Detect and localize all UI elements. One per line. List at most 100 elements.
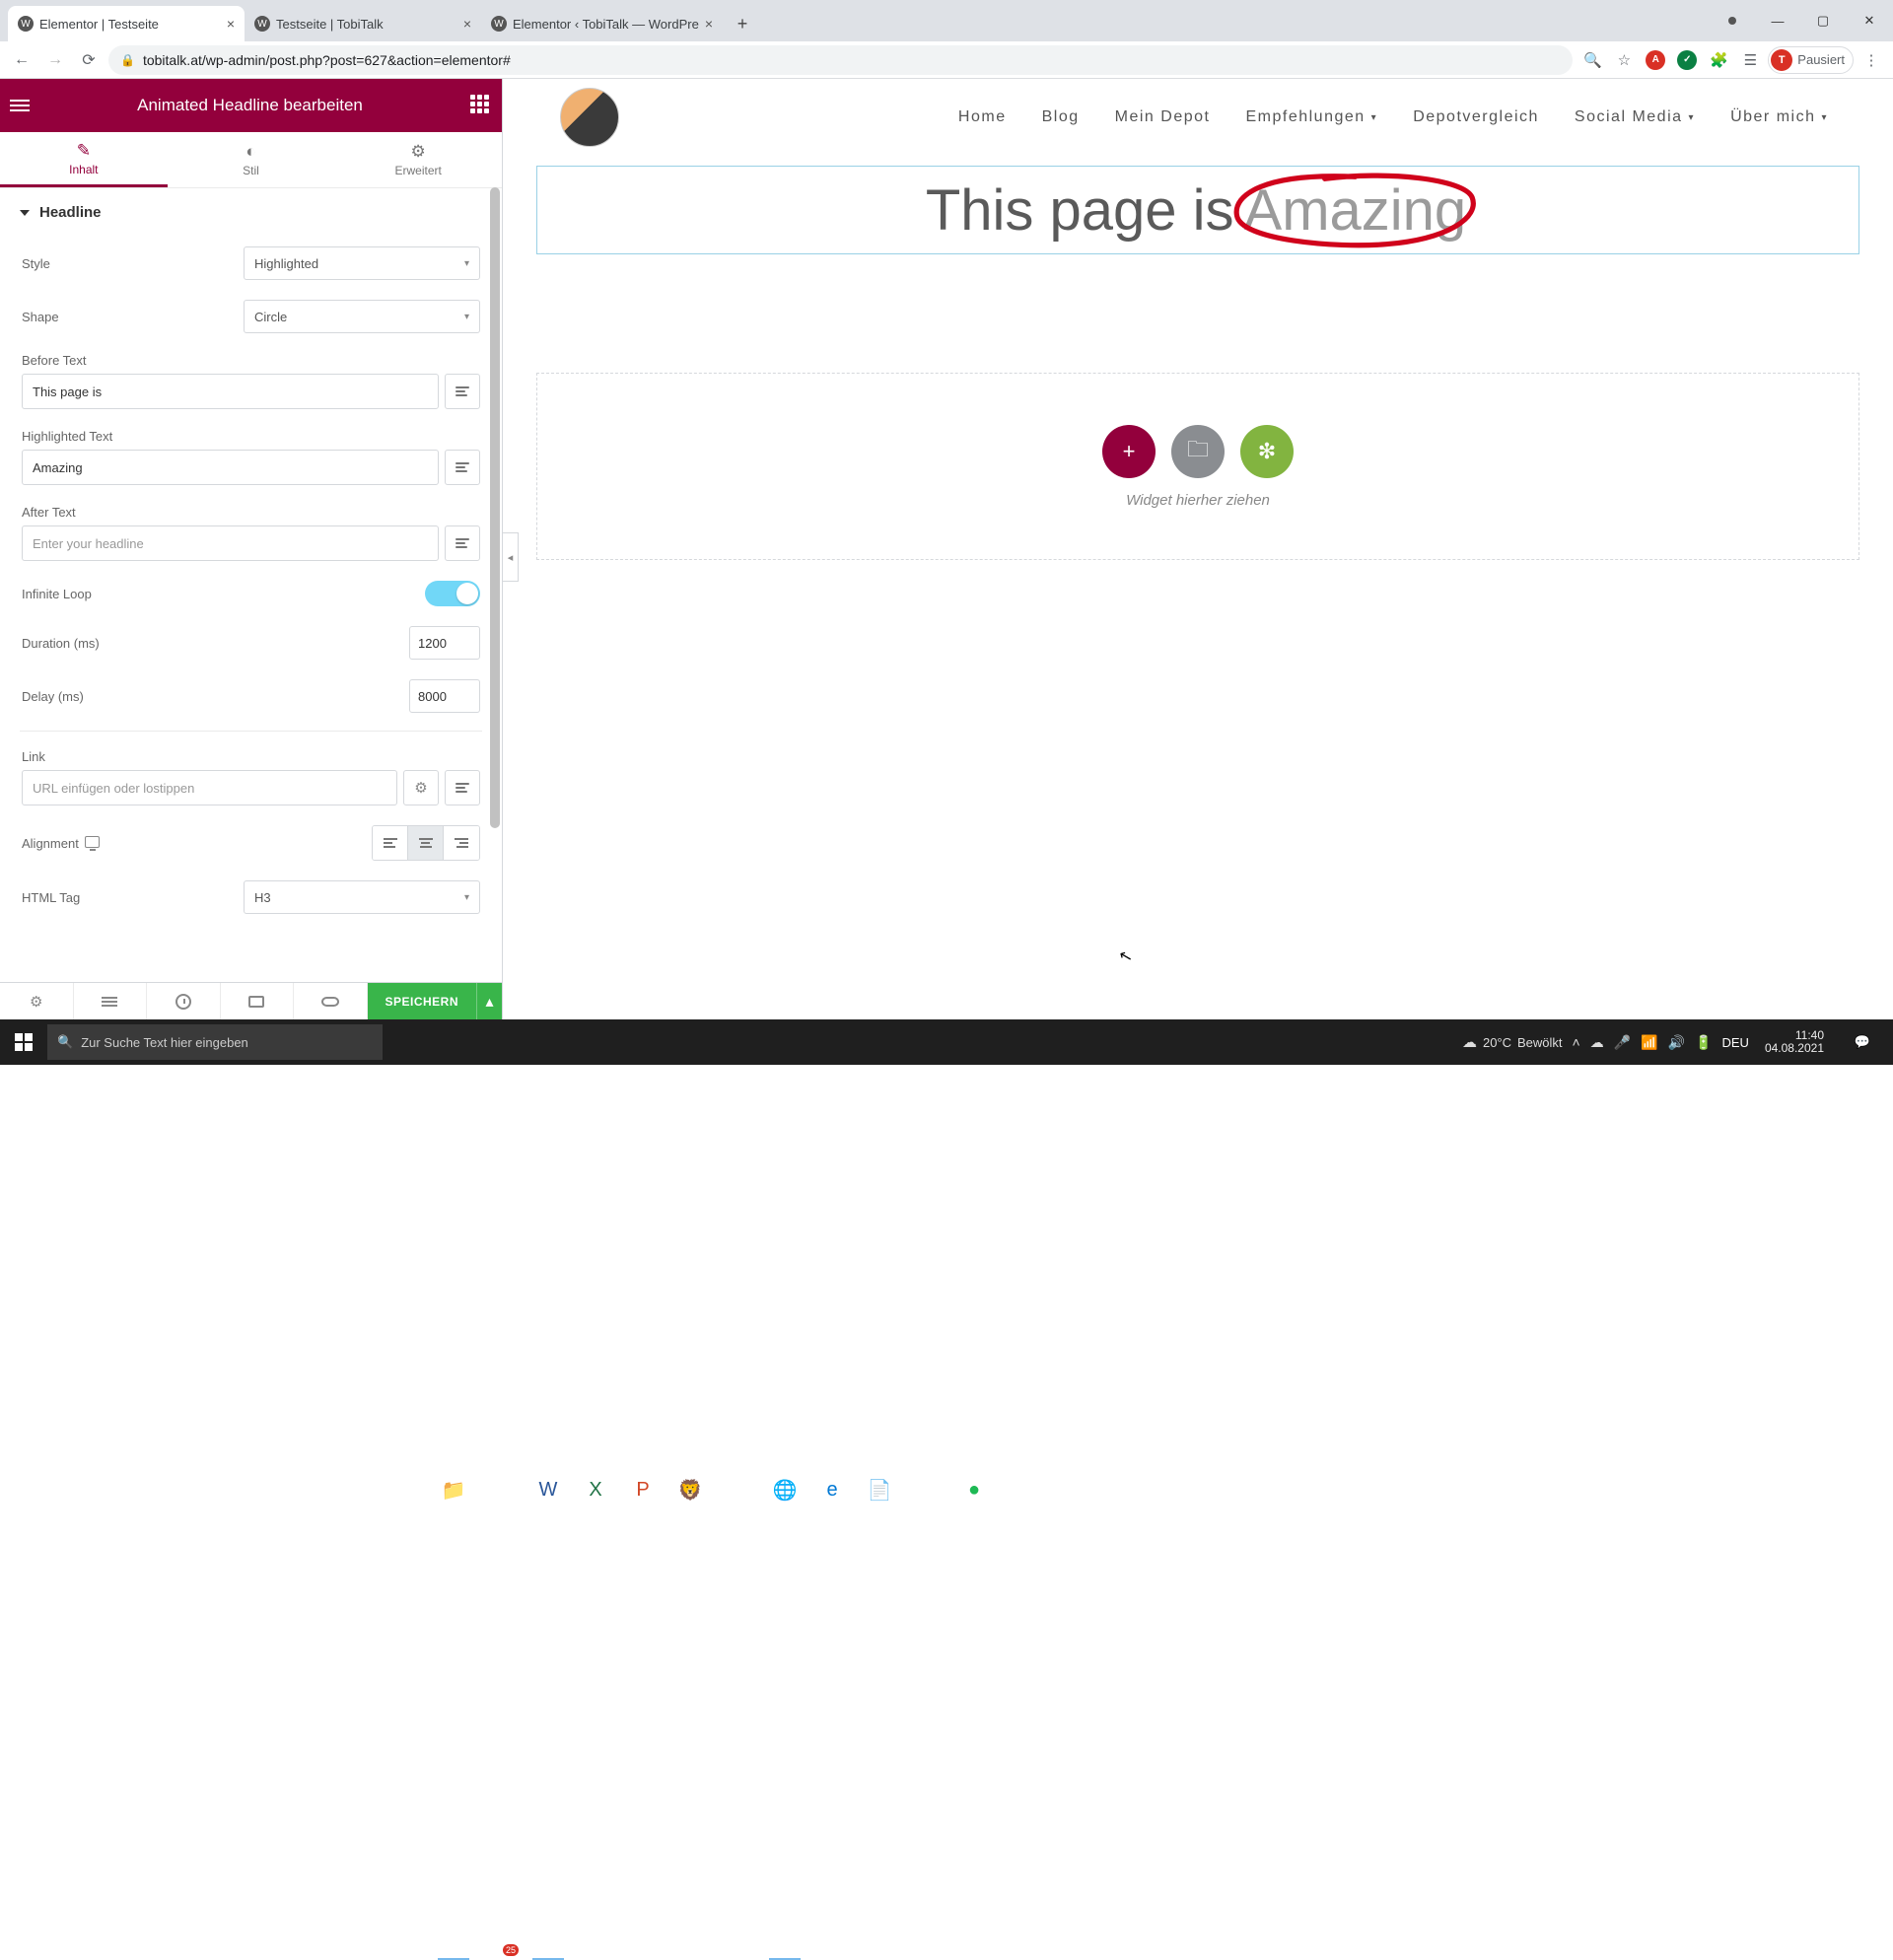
nav-home[interactable]: Home (941, 101, 1024, 134)
volume-icon[interactable]: 🔊 (1668, 1034, 1685, 1051)
link-options-button[interactable]: ⚙ (403, 770, 439, 805)
dynamic-tags-button[interactable] (445, 450, 480, 485)
dynamic-tags-button[interactable] (445, 374, 480, 409)
save-button[interactable]: SPEICHERN (368, 983, 477, 1019)
scrollbar-thumb[interactable] (490, 187, 500, 828)
word-app[interactable]: W (525, 1019, 572, 1960)
editor-canvas[interactable]: Home Blog Mein Depot Empfehlungen▾ Depot… (503, 79, 1893, 1019)
input-link[interactable]: URL einfügen oder lostippen (22, 770, 397, 805)
align-right-button[interactable] (444, 826, 479, 860)
profile-pill[interactable]: T Pausiert (1768, 46, 1854, 74)
address-bar[interactable]: 🔒 tobitalk.at/wp-admin/post.php?post=627… (108, 45, 1573, 75)
select-html-tag[interactable]: H3 ▾ (244, 880, 480, 914)
back-button[interactable]: ← (8, 46, 35, 74)
collapse-panel-button[interactable]: ◂ (503, 532, 519, 582)
account-dot-icon[interactable] (1710, 0, 1755, 41)
tab-style[interactable]: ◐ Stil (168, 132, 335, 187)
input-delay[interactable]: 8000 (409, 679, 480, 713)
select-style[interactable]: Highlighted ▾ (244, 246, 480, 280)
navigator-button[interactable] (74, 983, 148, 1019)
chevron-down-icon: ▾ (1821, 112, 1828, 123)
new-tab-button[interactable]: + (729, 10, 756, 37)
select-value: H3 (254, 890, 271, 905)
excel-app[interactable]: X (572, 1019, 619, 1960)
align-center-button[interactable] (408, 826, 444, 860)
spotify-app[interactable]: ● (950, 1019, 998, 1960)
powerpoint-app[interactable]: P (619, 1019, 666, 1960)
nav-depot[interactable]: Mein Depot (1097, 101, 1228, 134)
battery-icon[interactable]: 🔋 (1695, 1034, 1712, 1051)
nav-blog[interactable]: Blog (1024, 101, 1097, 134)
preview-button[interactable] (294, 983, 368, 1019)
nav-compare[interactable]: Depotvergleich (1395, 101, 1557, 134)
forward-button[interactable]: → (41, 46, 69, 74)
history-button[interactable] (147, 983, 221, 1019)
kebab-menu-icon[interactable]: ⋮ (1858, 46, 1885, 74)
language-indicator[interactable]: DEU (1721, 1035, 1748, 1050)
bookmark-star-icon[interactable]: ☆ (1610, 46, 1638, 74)
weather-widget[interactable]: ☁ 20°C Bewölkt (1462, 1033, 1563, 1051)
reload-button[interactable]: ⟳ (75, 46, 103, 74)
selected-widget-headline[interactable]: This page is Amazing (536, 166, 1859, 254)
widgets-grid-button[interactable] (470, 95, 492, 116)
dynamic-tags-button[interactable] (445, 525, 480, 561)
tray-chevron-up-icon[interactable]: ˄ (1573, 1034, 1580, 1050)
empty-section-dropzone[interactable]: + 🗀 ❇ Widget hierher ziehen (536, 373, 1859, 560)
panel-scrollbar[interactable] (488, 187, 502, 982)
start-button[interactable] (0, 1019, 47, 1065)
site-logo-avatar[interactable] (560, 88, 619, 147)
tab-advanced[interactable]: ⚙ Erweitert (334, 132, 502, 187)
input-duration[interactable]: 1200 (409, 626, 480, 660)
save-options-button[interactable]: ▴ (476, 983, 502, 1019)
action-center-button[interactable]: 💬 (1840, 1034, 1885, 1050)
nav-social[interactable]: Social Media▾ (1557, 101, 1713, 134)
envato-templates-button[interactable]: ❇ (1240, 425, 1294, 478)
tab-content[interactable]: ✎ Inhalt (0, 132, 168, 187)
browser-tab-1[interactable]: W Elementor | Testseite × (8, 6, 245, 41)
input-after-text[interactable]: Enter your headline (22, 525, 439, 561)
close-tab-icon[interactable]: × (463, 16, 471, 32)
input-highlighted-text[interactable]: Amazing (22, 450, 439, 485)
edge-app[interactable]: e (808, 1019, 856, 1960)
extension-green-icon[interactable]: ✓ (1673, 46, 1701, 74)
close-window-button[interactable]: ✕ (1846, 0, 1893, 41)
obs-app[interactable]: ◉ (714, 1019, 761, 1960)
responsive-icon[interactable] (85, 836, 100, 848)
add-template-button[interactable]: 🗀 (1171, 425, 1225, 478)
responsive-mode-button[interactable] (221, 983, 295, 1019)
microphone-icon[interactable]: 🎤 (1614, 1034, 1631, 1051)
label-loop: Infinite Loop (22, 587, 92, 601)
taskbar-search[interactable]: 🔍 Zur Suche Text hier eingeben (47, 1024, 383, 1060)
calculator-app[interactable]: 🖩 (903, 1019, 950, 1960)
maximize-button[interactable]: ▢ (1800, 0, 1846, 41)
reading-list-icon[interactable]: ☰ (1736, 46, 1764, 74)
extensions-puzzle-icon[interactable]: 🧩 (1705, 46, 1732, 74)
wifi-icon[interactable]: 📶 (1641, 1034, 1657, 1051)
brave-app[interactable]: 🦁 (666, 1019, 714, 1960)
browser-tab-2[interactable]: W Testseite | TobiTalk × (245, 6, 481, 41)
dynamic-tags-button[interactable] (445, 770, 480, 805)
file-explorer-app[interactable]: 📁 (430, 1019, 477, 1960)
nav-recommendations[interactable]: Empfehlungen▾ (1227, 101, 1395, 134)
menu-button[interactable] (10, 100, 30, 111)
task-view-button[interactable]: ▭ (383, 1019, 430, 1960)
settings-button[interactable]: ⚙ (0, 983, 74, 1019)
toggle-infinite-loop[interactable] (425, 581, 480, 606)
select-shape[interactable]: Circle ▾ (244, 300, 480, 333)
chrome-app[interactable]: 🌐 (761, 1019, 808, 1960)
nav-about[interactable]: Über mich▾ (1713, 101, 1846, 134)
accordion-headline[interactable]: Headline (0, 188, 502, 237)
zoom-icon[interactable]: 🔍 (1578, 46, 1606, 74)
mail-app[interactable]: ✉25 (477, 1019, 525, 1960)
add-section-button[interactable]: + (1102, 425, 1156, 478)
clock[interactable]: 11:40 04.08.2021 (1759, 1029, 1830, 1055)
close-tab-icon[interactable]: × (705, 16, 713, 32)
align-left-button[interactable] (373, 826, 408, 860)
close-tab-icon[interactable]: × (227, 16, 235, 32)
minimize-button[interactable]: — (1755, 0, 1800, 41)
browser-tab-3[interactable]: W Elementor ‹ TobiTalk — WordPre × (481, 6, 723, 41)
extension-abp-icon[interactable]: A (1642, 46, 1669, 74)
input-before-text[interactable]: This page is (22, 374, 439, 409)
onedrive-icon[interactable]: ☁ (1590, 1034, 1604, 1051)
notepad-app[interactable]: 📄 (856, 1019, 903, 1960)
